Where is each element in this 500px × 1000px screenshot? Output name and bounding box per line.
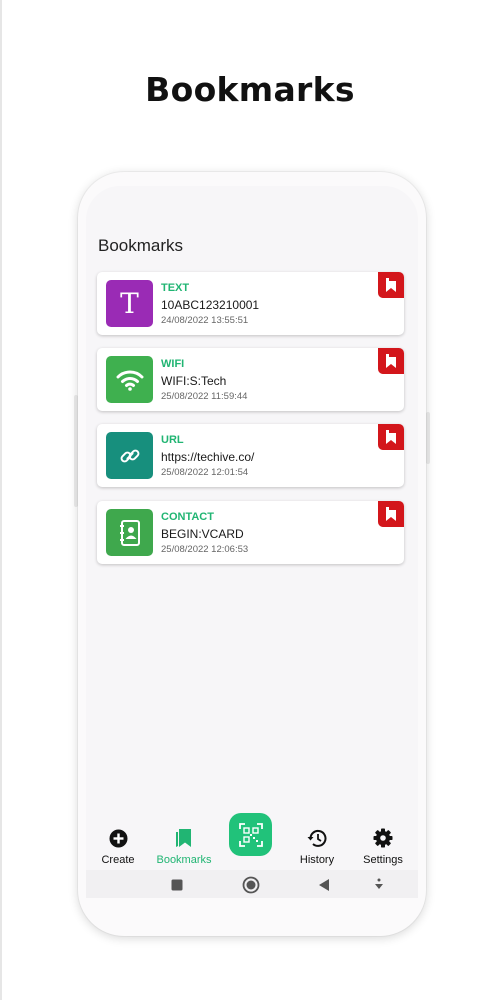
nav-history-label: History <box>299 854 335 866</box>
nav-bookmarks-label: Bookmarks <box>156 854 212 866</box>
text-t-icon: T <box>106 280 153 327</box>
bookmark-icon <box>386 354 396 368</box>
item-date: 25/08/2022 11:59:44 <box>161 391 248 402</box>
item-type: CONTACT <box>161 511 214 523</box>
add-circle-icon <box>109 829 127 848</box>
item-type: URL <box>161 434 184 446</box>
phone-side-button-right <box>426 412 430 464</box>
home-button[interactable] <box>242 876 260 894</box>
item-type: TEXT <box>161 282 190 294</box>
bookmark-remove-button[interactable] <box>378 424 404 450</box>
back-button[interactable] <box>315 876 333 894</box>
back-triangle-icon <box>319 879 329 891</box>
nav-settings-label: Settings <box>363 854 403 866</box>
nav-create-label: Create <box>101 854 135 866</box>
bookmark-card-wifi[interactable]: WIFI WIFI:S:Tech 25/08/2022 11:59:44 <box>97 348 404 411</box>
item-value: https://techive.co/ <box>161 450 255 464</box>
system-nav-bar <box>86 870 418 898</box>
nav-settings[interactable]: Settings <box>350 826 416 866</box>
scan-qr-button[interactable] <box>229 813 272 856</box>
history-icon <box>307 829 327 847</box>
bookmark-card-contact[interactable]: CONTACT BEGIN:VCARD 25/08/2022 12:06:53 <box>97 501 404 564</box>
arrow-down-icon <box>375 878 383 889</box>
nav-history[interactable]: History <box>284 826 350 866</box>
home-circle-icon <box>242 876 260 894</box>
item-date: 25/08/2022 12:01:54 <box>161 467 249 478</box>
bookmarks-icon <box>176 829 191 847</box>
square-icon <box>171 879 183 891</box>
left-edge-line <box>0 0 2 1000</box>
bookmark-remove-button[interactable] <box>378 348 404 374</box>
hero-title: Bookmarks <box>145 70 355 109</box>
item-value: BEGIN:VCARD <box>161 527 244 541</box>
item-date: 25/08/2022 12:06:53 <box>161 544 249 555</box>
bookmark-card-url[interactable]: URL https://techive.co/ 25/08/2022 12:01… <box>97 424 404 487</box>
bookmark-card-text[interactable]: T TEXT 10ABC123210001 24/08/2022 13:55:5… <box>97 272 404 335</box>
phone-screen: Bookmarks T TEXT 10ABC123210001 24/08/20… <box>86 186 418 898</box>
bookmark-remove-button[interactable] <box>378 272 404 298</box>
page-title: Bookmarks <box>98 236 184 255</box>
qr-scan-icon <box>238 822 263 847</box>
contact-book-icon <box>106 509 153 556</box>
nav-create[interactable]: Create <box>86 826 151 866</box>
wifi-icon <box>106 356 153 403</box>
keyboard-hide-button[interactable] <box>370 876 388 894</box>
item-type: WIFI <box>161 358 185 370</box>
bottom-nav: Create Bookmarks History Settings <box>86 813 418 870</box>
bookmark-icon <box>386 507 396 521</box>
link-icon <box>106 432 153 479</box>
item-value: 10ABC123210001 <box>161 298 260 312</box>
nav-bookmarks[interactable]: Bookmarks <box>151 826 217 866</box>
gear-icon <box>373 828 393 848</box>
bookmark-icon <box>386 430 396 444</box>
recents-button[interactable] <box>168 876 186 894</box>
bookmark-icon <box>386 278 396 292</box>
bookmark-remove-button[interactable] <box>378 501 404 527</box>
item-value: WIFI:S:Tech <box>161 374 227 388</box>
item-date: 24/08/2022 13:55:51 <box>161 315 249 326</box>
